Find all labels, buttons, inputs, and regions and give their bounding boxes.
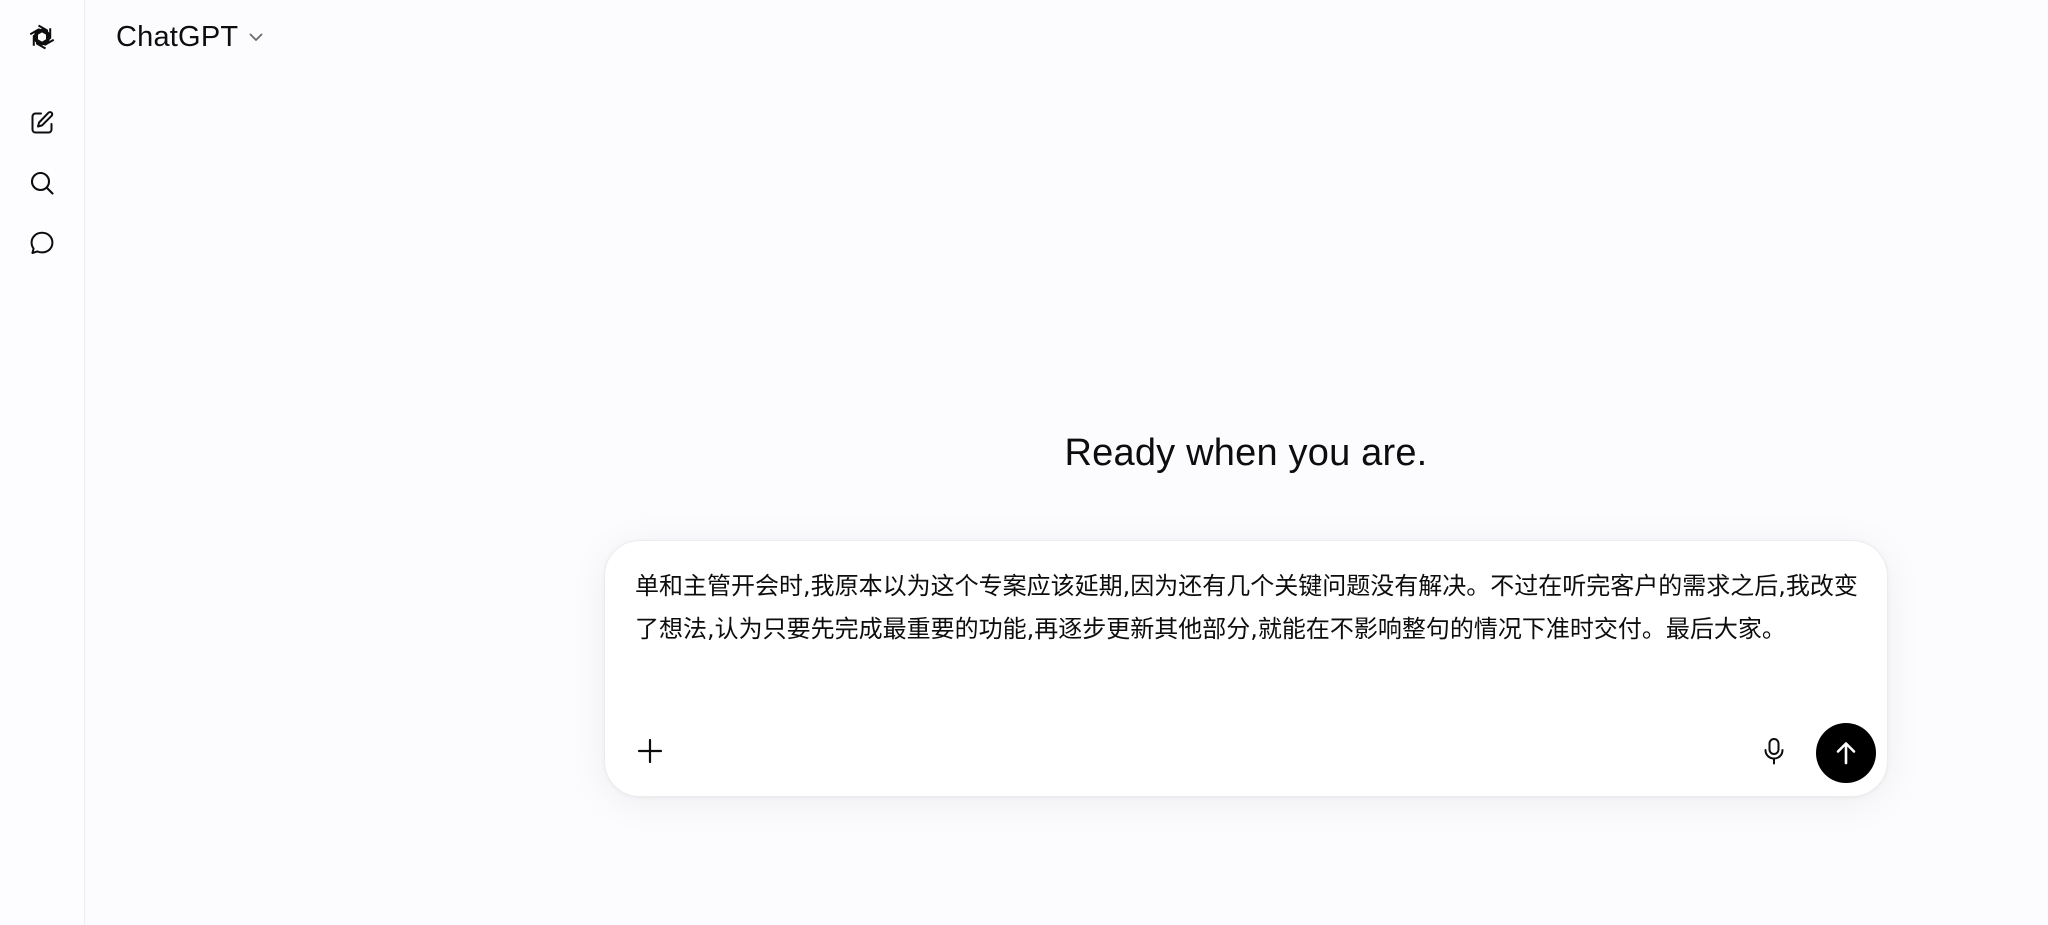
pencil-square-icon bbox=[31, 111, 54, 134]
composer: 单和主管开会时,我原本以为这个专案应该延期,因为还有几个关键问题没有解决。不过在… bbox=[604, 540, 1888, 797]
openai-logo-icon bbox=[29, 24, 55, 50]
chat-bubble-icon bbox=[30, 231, 54, 254]
model-switcher[interactable]: ChatGPT bbox=[104, 14, 278, 60]
arrow-up-icon bbox=[1836, 742, 1856, 765]
send-button[interactable] bbox=[1816, 723, 1876, 783]
sidebar-rail bbox=[0, 0, 85, 925]
chats-button[interactable] bbox=[20, 221, 64, 265]
microphone-icon bbox=[1764, 738, 1784, 765]
search-button[interactable] bbox=[20, 161, 64, 205]
prompt-input[interactable]: 单和主管开会时,我原本以为这个专案应该延期,因为还有几个关键问题没有解决。不过在… bbox=[635, 565, 1865, 651]
openai-logo-button[interactable] bbox=[20, 15, 64, 59]
chatgpt-app: ChatGPT Ready when you are. 单和主管开会时,我原本以… bbox=[0, 0, 2048, 925]
plus-icon bbox=[637, 738, 663, 764]
model-name: ChatGPT bbox=[116, 20, 239, 53]
search-icon bbox=[30, 171, 54, 195]
chevron-down-icon bbox=[249, 33, 263, 41]
dictate-button[interactable] bbox=[1751, 728, 1797, 774]
attach-button[interactable] bbox=[627, 728, 673, 774]
new-chat-button[interactable] bbox=[20, 101, 64, 145]
page-headline: Ready when you are. bbox=[1064, 432, 1428, 474]
